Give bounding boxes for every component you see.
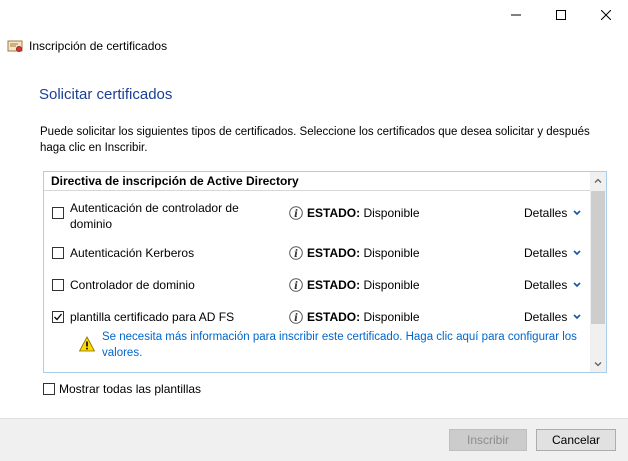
template-checkbox[interactable] xyxy=(52,279,64,291)
details-toggle[interactable]: Detalles xyxy=(524,206,581,220)
certificate-list[interactable]: Directiva de inscripción de Active Direc… xyxy=(43,171,607,373)
cancel-button[interactable]: Cancelar xyxy=(536,429,616,451)
status-text: ESTADO: Disponible xyxy=(307,310,420,324)
warning-icon xyxy=(79,336,95,352)
info-icon[interactable]: i xyxy=(289,310,303,324)
svg-text:i: i xyxy=(294,249,298,260)
close-icon xyxy=(601,10,611,20)
status-value: Disponible xyxy=(363,310,420,324)
chevron-down-icon xyxy=(573,210,581,216)
show-all-checkbox[interactable] xyxy=(43,383,55,395)
list-item: Autenticación Kerberos i ESTADO: Disponi… xyxy=(44,244,590,264)
scrollbar[interactable] xyxy=(590,172,606,372)
minimize-button[interactable] xyxy=(493,0,539,30)
page-description: Puede solicitar los siguientes tipos de … xyxy=(40,126,590,154)
maximize-icon xyxy=(556,10,566,20)
chevron-down-icon xyxy=(594,361,602,366)
group-divider xyxy=(44,190,590,191)
list-item: Controlador de dominio i ESTADO: Disponi… xyxy=(44,276,590,296)
info-icon[interactable]: i xyxy=(289,206,303,220)
configure-link[interactable]: Se necesita más información para inscrib… xyxy=(102,329,582,361)
status-text: ESTADO: Disponible xyxy=(307,246,420,260)
chevron-down-icon xyxy=(573,250,581,256)
status-value: Disponible xyxy=(363,246,420,260)
certificate-icon xyxy=(7,40,23,52)
enroll-button[interactable]: Inscribir xyxy=(449,429,527,451)
template-name: Controlador de dominio xyxy=(70,278,195,292)
template-name: plantilla certificado para AD FS xyxy=(70,310,235,324)
details-toggle[interactable]: Detalles xyxy=(524,278,581,292)
details-label: Detalles xyxy=(524,278,568,292)
scroll-up-button[interactable] xyxy=(590,172,606,188)
list-item: Autenticación de controlador de dominio … xyxy=(44,200,590,234)
status-label: ESTADO: xyxy=(307,310,361,324)
template-checkbox[interactable] xyxy=(52,207,64,219)
status-value: Disponible xyxy=(363,206,420,220)
svg-text:i: i xyxy=(294,281,298,292)
maximize-button[interactable] xyxy=(538,0,584,30)
template-checkbox[interactable] xyxy=(52,247,64,259)
status-value: Disponible xyxy=(363,278,420,292)
list-item: plantilla certificado para AD FS i ESTAD… xyxy=(44,308,590,328)
template-name: Autenticación Kerberos xyxy=(70,246,195,260)
details-label: Detalles xyxy=(524,310,568,324)
show-all-templates[interactable]: Mostrar todas las plantillas xyxy=(43,382,201,396)
details-toggle[interactable]: Detalles xyxy=(524,246,581,260)
group-header: Directiva de inscripción de Active Direc… xyxy=(51,174,299,188)
details-toggle[interactable]: Detalles xyxy=(524,310,581,324)
scroll-thumb[interactable] xyxy=(591,191,605,324)
chevron-down-icon xyxy=(573,282,581,288)
status-text: ESTADO: Disponible xyxy=(307,206,420,220)
status-text: ESTADO: Disponible xyxy=(307,278,420,292)
chevron-up-icon xyxy=(594,178,602,183)
info-icon[interactable]: i xyxy=(289,278,303,292)
svg-text:i: i xyxy=(294,209,298,220)
scroll-down-button[interactable] xyxy=(590,356,606,372)
close-button[interactable] xyxy=(583,0,628,30)
details-label: Detalles xyxy=(524,206,568,220)
template-checkbox[interactable] xyxy=(52,311,64,323)
status-label: ESTADO: xyxy=(307,278,361,292)
title-bar xyxy=(0,0,628,30)
details-label: Detalles xyxy=(524,246,568,260)
status-label: ESTADO: xyxy=(307,206,361,220)
show-all-label: Mostrar todas las plantillas xyxy=(59,382,202,396)
checkmark-icon xyxy=(54,313,63,321)
svg-text:i: i xyxy=(294,313,298,324)
page-title: Solicitar certificados xyxy=(39,86,173,103)
minimize-icon xyxy=(511,14,521,16)
status-label: ESTADO: xyxy=(307,246,361,260)
dialog-footer: Inscribir Cancelar xyxy=(0,418,628,461)
window-header: Inscripción de certificados xyxy=(7,37,167,55)
template-name: Autenticación de controlador de dominio xyxy=(70,201,239,231)
window-title: Inscripción de certificados xyxy=(29,39,168,53)
info-icon[interactable]: i xyxy=(289,246,303,260)
chevron-down-icon xyxy=(573,314,581,320)
